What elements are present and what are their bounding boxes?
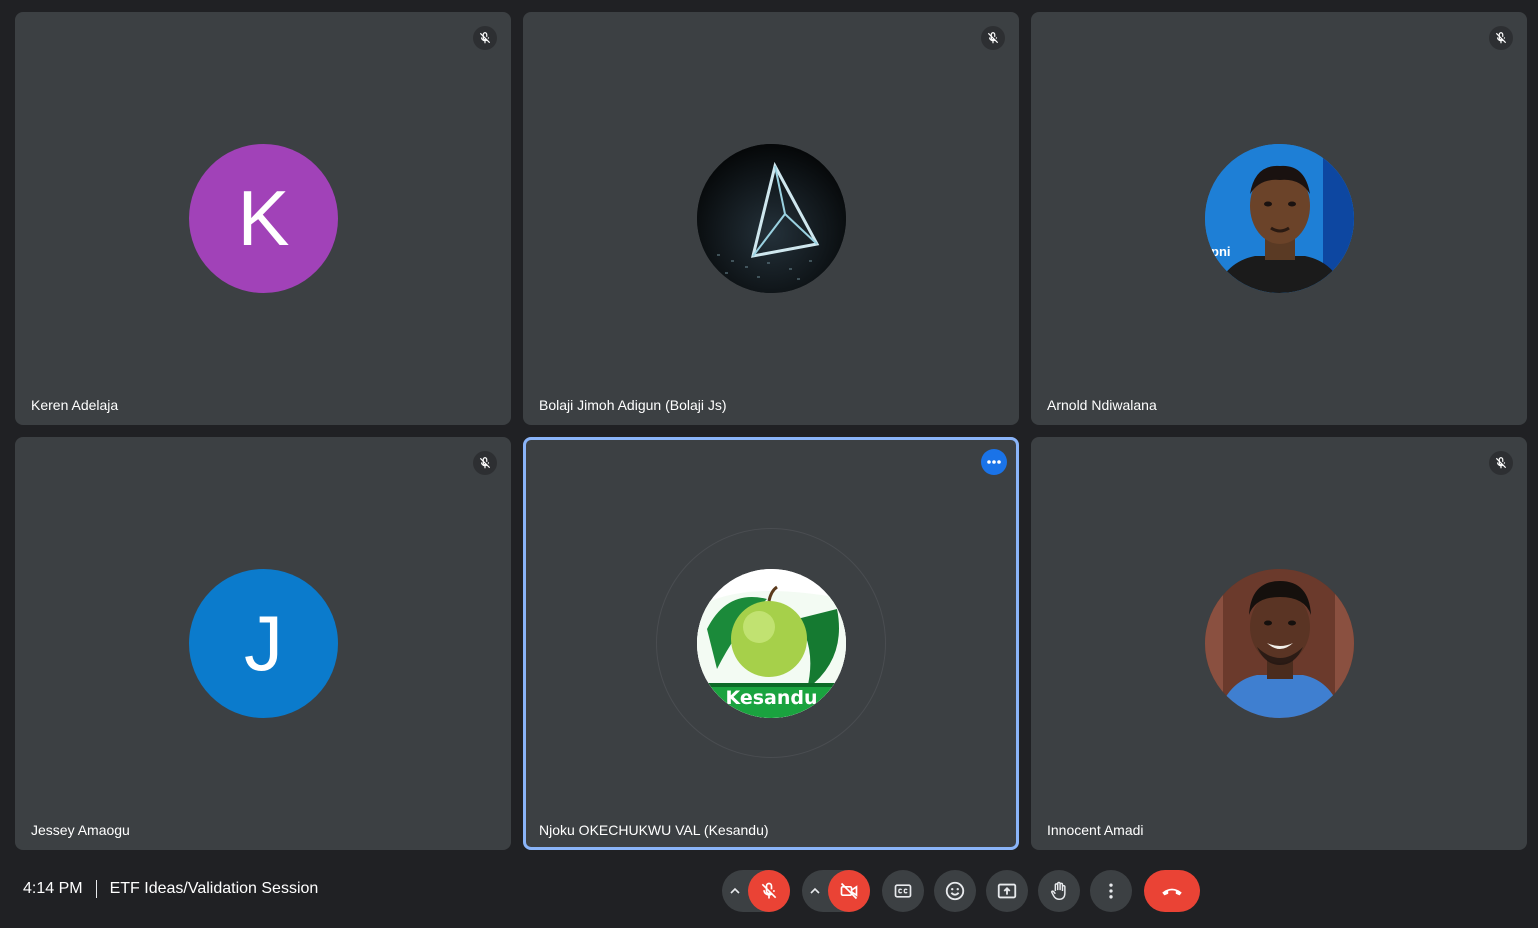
avatar [697, 144, 846, 293]
participant-tile[interactable]: pni Arnold Ndiwalana [1031, 12, 1527, 425]
divider [95, 880, 97, 898]
hang-up-icon [1162, 888, 1182, 896]
participant-name: Innocent Amadi [1047, 822, 1144, 838]
meeting-toolbar: 4:14 PM ETF Ideas/Validation Session [0, 860, 1538, 928]
reactions-button[interactable] [934, 870, 976, 912]
camera-control-group [802, 870, 870, 912]
mic-off-icon [473, 26, 497, 50]
mic-off-icon [761, 882, 777, 899]
meeting-info: 4:14 PM ETF Ideas/Validation Session [23, 880, 318, 898]
meeting-title: ETF Ideas/Validation Session [109, 880, 319, 897]
chevron-up-icon [730, 887, 740, 894]
man-portrait-icon: pni [1205, 144, 1354, 293]
captions-button[interactable] [882, 870, 924, 912]
participant-name: Arnold Ndiwalana [1047, 397, 1157, 413]
participant-name: Bolaji Jimoh Adigun (Bolaji Js) [539, 397, 727, 413]
avatar: Kesandu [697, 569, 846, 718]
avatar: J [189, 569, 338, 718]
participant-tile[interactable]: K Keren Adelaja [15, 12, 511, 425]
mic-toggle-button[interactable] [748, 870, 790, 912]
avatar [1205, 569, 1354, 718]
more-vert-icon [1109, 883, 1113, 899]
camera-off-icon [840, 882, 858, 900]
participant-tile[interactable]: J Jessey Amaogu [15, 437, 511, 850]
present-screen-icon [997, 883, 1017, 899]
participant-tile-active[interactable]: Kesandu Njoku OKECHUKWU VAL (Kesandu) [523, 437, 1019, 850]
participant-name: Keren Adelaja [31, 397, 119, 413]
camera-toggle-button[interactable] [828, 870, 870, 912]
participant-tile[interactable]: Bolaji Jimoh Adigun (Bolaji Js) [523, 12, 1019, 425]
call-controls [722, 870, 1200, 912]
mic-off-icon [1489, 451, 1513, 475]
participant-tile[interactable]: Innocent Amadi [1031, 437, 1527, 850]
more-options-button[interactable] [1090, 870, 1132, 912]
smiling-man-portrait-icon [1205, 569, 1354, 718]
avatar-letter: J [244, 599, 283, 687]
meeting-time: 4:14 PM [23, 880, 83, 897]
present-button[interactable] [986, 870, 1028, 912]
video-options-button[interactable] [802, 870, 828, 912]
closed-captions-icon [894, 884, 912, 898]
audio-options-button[interactable] [722, 870, 748, 912]
raise-hand-button[interactable] [1038, 870, 1080, 912]
mic-control-group [722, 870, 790, 912]
mic-off-icon [473, 451, 497, 475]
raise-hand-icon [1050, 881, 1066, 900]
chevron-up-icon [810, 887, 820, 894]
emoji-icon [945, 881, 965, 901]
leave-call-button[interactable] [1144, 870, 1200, 912]
svg-text:pni: pni [1211, 244, 1231, 259]
participant-name: Njoku OKECHUKWU VAL (Kesandu) [539, 822, 769, 838]
avatar: pni [1205, 144, 1354, 293]
more-horiz-icon [987, 460, 1001, 464]
more-options-button[interactable] [981, 449, 1007, 475]
mic-off-icon [981, 26, 1005, 50]
avatar-brand-text: Kesandu [725, 687, 818, 709]
participant-name: Jessey Amaogu [31, 822, 130, 838]
mic-off-icon [1489, 26, 1513, 50]
avatar-letter: K [237, 174, 290, 262]
avatar: K [189, 144, 338, 293]
triangle-logo-icon [697, 144, 846, 293]
